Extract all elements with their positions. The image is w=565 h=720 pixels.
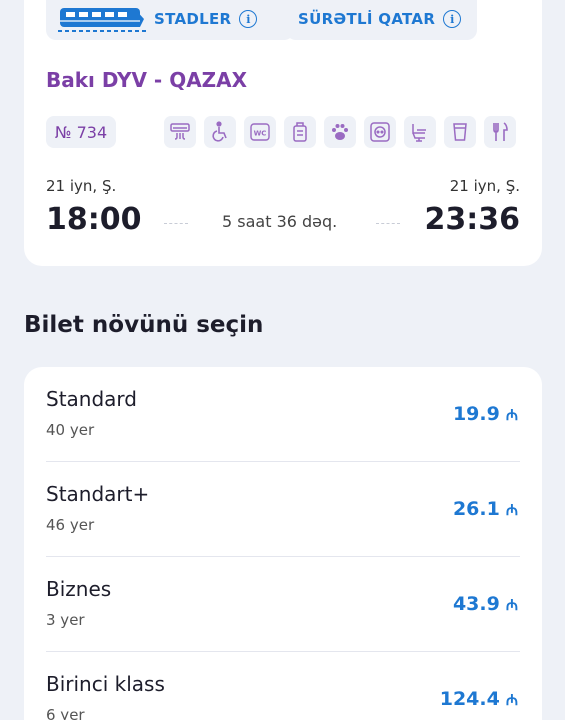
ticket-option-standart-plus[interactable]: Standart+ 46 yer 26.1 ₼ <box>46 462 520 557</box>
ticket-price: 19.9 ₼ <box>453 403 518 425</box>
train-class-chip[interactable]: SÜRƏTLİ QATAR i <box>286 0 477 40</box>
ticket-price: 124.4 ₼ <box>440 688 518 710</box>
power-socket-icon <box>364 116 396 148</box>
ticket-price: 26.1 ₼ <box>453 498 518 520</box>
section-title: Bilet növünü seçin <box>24 312 264 338</box>
info-icon[interactable]: i <box>239 10 258 28</box>
ticket-name: Standard <box>46 387 137 411</box>
route-title: Bakı DYV - QAZAX <box>46 68 248 92</box>
manat-icon: ₼ <box>505 596 518 614</box>
arrival-time: 23:36 <box>424 202 521 237</box>
departure-date: 21 iyn, Ş. <box>46 177 117 195</box>
price-value: 26.1 <box>452 498 500 520</box>
ticket-name: Birinci klass <box>46 672 165 696</box>
ticket-option-standard[interactable]: Standard 40 yer 19.9 ₼ <box>46 367 520 462</box>
pet-icon <box>324 116 356 148</box>
air-conditioning-icon <box>164 116 196 148</box>
svg-text:WC: WC <box>254 130 267 138</box>
arrival-date: 21 iyn, Ş. <box>449 177 520 195</box>
train-icon <box>58 8 146 32</box>
ticket-seats: 46 yer <box>46 516 95 534</box>
ticket-price: 43.9 ₼ <box>453 593 518 615</box>
divider <box>164 223 188 224</box>
restaurant-icon <box>484 116 516 148</box>
ticket-option-birinci-klass[interactable]: Birinci klass 6 yer 124.4 ₼ <box>46 652 520 720</box>
train-class-label: SÜRƏTLİ QATAR <box>298 10 436 28</box>
price-value: 19.9 <box>452 403 500 425</box>
info-icon[interactable]: i <box>443 10 462 28</box>
ticket-name: Standart+ <box>46 482 150 506</box>
seat-icon <box>404 116 436 148</box>
trip-duration: 5 saat 36 dəq. <box>222 212 338 231</box>
drink-icon <box>444 116 476 148</box>
manat-icon: ₼ <box>505 691 518 709</box>
price-value: 124.4 <box>439 688 500 710</box>
price-value: 43.9 <box>452 593 500 615</box>
departure-time: 18:00 <box>46 202 142 237</box>
ticket-type-list: Standard 40 yer 19.9 ₼ Standart+ 46 yer 2… <box>24 367 542 720</box>
ticket-option-biznes[interactable]: Biznes 3 yer 43.9 ₼ <box>46 557 520 652</box>
ticket-seats: 6 yer <box>46 706 85 720</box>
trip-card: STADLER i SÜRƏTLİ QATAR i Bakı DYV - QAZ… <box>24 0 542 266</box>
amenities-list: WC <box>164 116 516 148</box>
ticket-name: Biznes <box>46 577 112 601</box>
train-type-label: STADLER <box>154 10 232 28</box>
train-number-badge: № 734 <box>46 116 116 148</box>
train-type-chip[interactable]: STADLER i <box>46 0 294 40</box>
divider <box>376 223 400 224</box>
ticket-seats: 40 yer <box>46 421 95 439</box>
ticket-seats: 3 yer <box>46 611 85 629</box>
manat-icon: ₼ <box>505 501 518 519</box>
wheelchair-icon <box>204 116 236 148</box>
luggage-icon <box>284 116 316 148</box>
wc-icon: WC <box>244 116 276 148</box>
manat-icon: ₼ <box>505 406 518 424</box>
